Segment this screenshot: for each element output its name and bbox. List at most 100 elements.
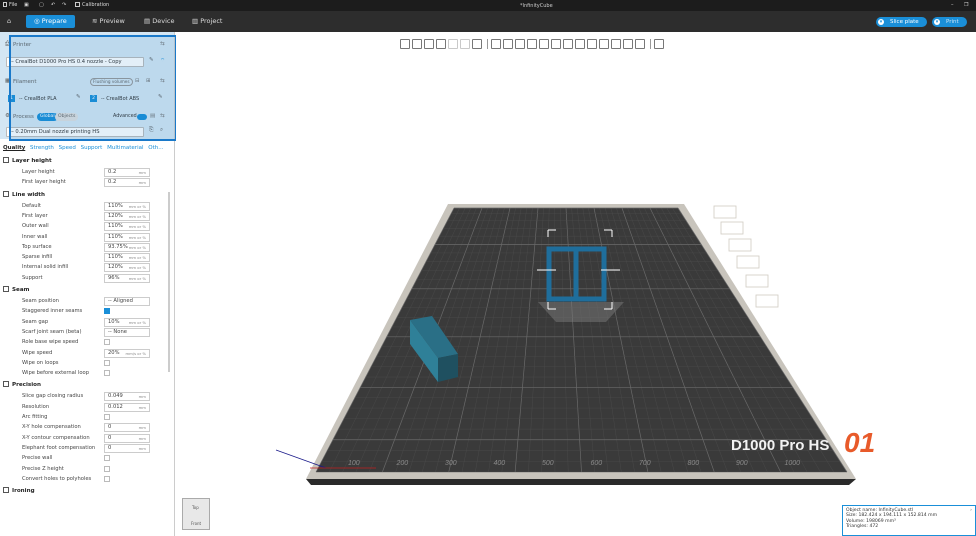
view-cube-front[interactable]: Front — [191, 521, 201, 526]
filament-slot-2[interactable]: 2 -- CrealBot ABS ✎ — [88, 94, 168, 104]
printer-select[interactable]: -- CrealBot D1000 Pro HS 0.4 nozzle - Co… — [6, 57, 144, 67]
auto-orient-icon[interactable] — [424, 39, 434, 49]
setting-input[interactable]: 0.049 mm — [104, 392, 150, 402]
tab-preview[interactable]: ≋ Preview — [86, 15, 131, 28]
plate-icon-5[interactable] — [745, 274, 769, 288]
slice-plate-button[interactable]: ▾ Slice plate — [876, 17, 927, 27]
setting-input[interactable]: 0 mm — [104, 443, 150, 453]
setting-input[interactable]: 93.75% mm or % — [104, 242, 150, 252]
redo-icon[interactable]: ↷ — [62, 2, 66, 8]
plate-icon-3[interactable] — [728, 238, 752, 252]
tab-prepare[interactable]: ◎ Prepare — [26, 15, 75, 28]
view-cube-top[interactable]: Top — [192, 505, 199, 510]
section-layer-height[interactable]: Layer height — [3, 157, 171, 167]
lay-on-face-icon[interactable] — [527, 39, 537, 49]
setting-checkbox[interactable] — [104, 455, 110, 462]
scale-icon[interactable] — [515, 39, 525, 49]
home-icon[interactable]: ⌂ — [3, 15, 15, 28]
section-precision[interactable]: Precision — [3, 381, 171, 391]
file-menu[interactable]: File — [3, 2, 17, 8]
tab-strength[interactable]: Strength — [30, 145, 54, 151]
process-select[interactable]: -- 0.20mm Dual nozzle printing HS — [6, 127, 144, 137]
process-compare-icon[interactable]: ▤ — [150, 113, 155, 119]
tab-project[interactable]: ▥ Project — [186, 15, 228, 28]
tab-support[interactable]: Support — [81, 145, 103, 151]
tab-quality[interactable]: Quality — [3, 145, 25, 151]
advanced-toggle[interactable] — [137, 114, 147, 120]
add-plate-icon[interactable] — [412, 39, 422, 49]
filament-slot-2-edit-icon[interactable]: ✎ — [158, 94, 163, 100]
tab-others[interactable]: Oth... — [148, 145, 163, 151]
plate-icon-4[interactable] — [736, 255, 760, 269]
setting-input[interactable]: 0.2 mm — [104, 178, 150, 188]
printer-edit-icon[interactable]: ✎ — [149, 57, 154, 63]
setting-input[interactable]: 10% mm or % — [104, 317, 150, 327]
setting-checkbox[interactable] — [104, 339, 110, 346]
section-ironing[interactable]: Ironing — [3, 487, 171, 497]
layers-icon[interactable] — [472, 39, 482, 49]
mesh-boolean-icon[interactable] — [551, 39, 561, 49]
filament-settings-icon[interactable]: ⇆ — [160, 78, 165, 84]
tab-device[interactable]: ▤ Device — [138, 15, 180, 28]
measure-icon[interactable] — [611, 39, 621, 49]
text-icon[interactable] — [599, 39, 609, 49]
add-object-icon[interactable] — [400, 39, 410, 49]
new-icon[interactable]: ▢ — [39, 2, 44, 8]
plate-icon-2[interactable] — [720, 221, 744, 235]
view-cube[interactable]: Top Front — [182, 498, 210, 530]
cut-icon[interactable] — [539, 39, 549, 49]
filament-slot-1[interactable]: 1 -- CrealBot PLA ✎ — [6, 94, 86, 104]
filament-slot-1-edit-icon[interactable]: ✎ — [76, 94, 81, 100]
setting-input[interactable]: 110% mm or % — [104, 232, 150, 242]
save-icon[interactable]: ▣ — [24, 2, 29, 8]
setting-checkbox[interactable] — [104, 308, 110, 315]
setting-input[interactable]: 0.2 mm — [104, 168, 150, 177]
3d-viewport[interactable]: 100 200 300 400 500 600 700 800 900 1000 D1000 Pr… — [176, 32, 976, 536]
add-filament-icon[interactable]: ⊞ — [146, 78, 151, 84]
remove-filament-icon[interactable]: ⊟ — [135, 78, 140, 84]
process-search-icon[interactable]: ⌕ — [160, 127, 163, 134]
setting-checkbox[interactable] — [104, 370, 110, 377]
close-info-icon[interactable]: › — [970, 508, 972, 513]
tab-multimaterial[interactable]: Multimaterial — [107, 145, 143, 151]
setting-input[interactable]: 110% mm or % — [104, 253, 150, 263]
section-seam[interactable]: Seam — [3, 286, 171, 296]
setting-input[interactable]: -- Aligned — [104, 297, 150, 306]
setting-input[interactable]: 120% mm or % — [104, 211, 150, 221]
process-save-icon[interactable]: ⎘ — [149, 127, 153, 134]
brim-ears-icon[interactable] — [635, 39, 645, 49]
setting-input[interactable]: 96% mm or % — [104, 273, 150, 283]
flushing-volumes-button[interactable]: Flushing volumes — [90, 78, 133, 86]
setting-checkbox[interactable] — [104, 475, 110, 482]
tab-speed[interactable]: Speed — [59, 145, 76, 151]
support-paint-icon[interactable] — [563, 39, 573, 49]
calibration-menu[interactable]: Calibration — [75, 2, 109, 8]
process-settings-icon[interactable]: ⇆ — [160, 113, 165, 119]
variable-layer-height-icon[interactable] — [654, 39, 664, 49]
seam-paint-icon[interactable] — [575, 39, 585, 49]
move-icon[interactable] — [491, 39, 501, 49]
setting-checkbox[interactable] — [104, 465, 110, 472]
setting-checkbox[interactable] — [104, 414, 110, 420]
split-parts-icon[interactable] — [460, 39, 470, 49]
setting-input[interactable]: 0 mm — [104, 433, 150, 443]
setting-input[interactable]: 110% mm or % — [104, 222, 150, 232]
split-objects-icon[interactable] — [448, 39, 458, 49]
printer-settings-icon[interactable]: ⇆ — [160, 41, 165, 47]
setting-input[interactable]: 120% mm or % — [104, 263, 150, 273]
section-line-width[interactable]: Line width — [3, 190, 171, 201]
undo-icon[interactable]: ↶ — [51, 2, 55, 8]
setting-input[interactable]: 110% mm or % — [104, 201, 150, 211]
restore-icon[interactable]: ❐ — [964, 2, 968, 8]
minimize-icon[interactable]: – — [951, 2, 954, 8]
setting-input[interactable]: 0 mm — [104, 423, 150, 433]
setting-input[interactable]: -- None — [104, 327, 150, 337]
printer-wifi-icon[interactable]: ⌔ — [160, 57, 165, 64]
rotate-icon[interactable] — [503, 39, 513, 49]
assembly-icon[interactable] — [623, 39, 633, 49]
process-objects-toggle[interactable]: Objects — [55, 113, 79, 121]
arrange-icon[interactable] — [436, 39, 446, 49]
setting-input[interactable]: 20% mm/s or % — [104, 348, 150, 358]
setting-input[interactable]: 0.012 mm — [104, 402, 150, 412]
setting-checkbox[interactable] — [104, 359, 110, 366]
